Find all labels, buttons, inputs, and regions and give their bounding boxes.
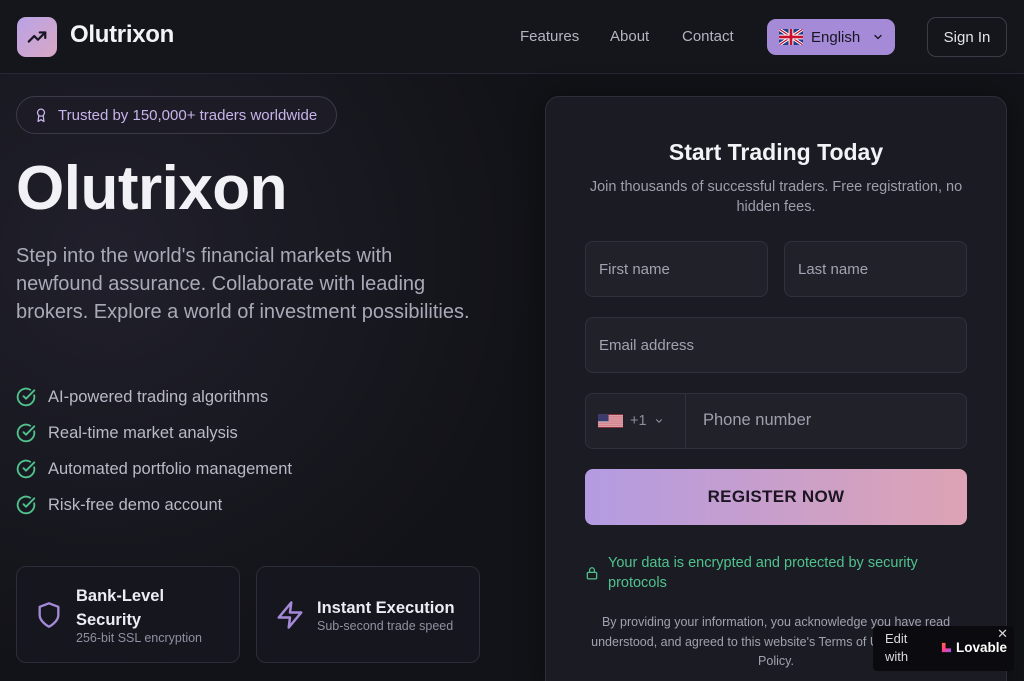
- trust-badge: Trusted by 150,000+ traders worldwide: [16, 96, 337, 134]
- hero-title: Olutrixon: [16, 154, 288, 223]
- security-note: Your data is encrypted and protected by …: [585, 553, 967, 593]
- chevron-down-icon: [874, 34, 882, 40]
- security-card-title: Bank-Level Security: [76, 587, 165, 629]
- feature-item: Real-time market analysis: [16, 423, 238, 443]
- hero-subtitle: Step into the world's financial markets …: [16, 245, 470, 323]
- chevron-down-icon: [655, 419, 662, 423]
- phone-number-field[interactable]: Phone number: [703, 411, 811, 430]
- lovable-brand: Lovable: [956, 640, 1008, 655]
- nav-features[interactable]: Features: [520, 28, 579, 45]
- lock-icon: [586, 567, 598, 580]
- logo[interactable]: [17, 17, 57, 57]
- form-title: Start Trading Today: [668, 139, 884, 165]
- check-circle-icon: [16, 459, 36, 479]
- language-selector[interactable]: English: [767, 19, 895, 55]
- award-icon: [36, 108, 46, 123]
- top-nav: Olutrixon Features About Contact English…: [0, 0, 1024, 74]
- last-name-field[interactable]: Last name: [784, 241, 967, 297]
- check-circle-icon: [16, 387, 36, 407]
- security-card: Bank-Level Security 256-bit SSL encrypti…: [16, 566, 240, 663]
- feature-item: Risk-free demo account: [16, 495, 222, 515]
- language-label: English: [811, 28, 861, 46]
- execution-card: Instant Execution Sub-second trade speed: [256, 566, 480, 663]
- execution-card-subtitle: Sub-second trade speed: [317, 619, 454, 633]
- security-note-text: Your data is encrypted and protected by …: [608, 555, 918, 591]
- us-flag-icon: [598, 414, 623, 428]
- feature-label: Automated portfolio management: [48, 459, 292, 478]
- feature-label: Real-time market analysis: [48, 423, 238, 442]
- edit-with-lovable-badge[interactable]: Edit with Lovable ✕: [873, 626, 1014, 671]
- feature-item: AI-powered trading algorithms: [16, 387, 268, 407]
- form-subtitle: Join thousands of successful traders. Fr…: [589, 179, 963, 215]
- lovable-logo[interactable]: Lovable: [941, 640, 1007, 655]
- check-circle-icon: [16, 495, 36, 515]
- trust-badge-text: Trusted by 150,000+ traders worldwide: [58, 106, 318, 124]
- shield-icon: [38, 602, 60, 628]
- close-icon[interactable]: ✕: [997, 626, 1008, 642]
- phone-field-group: +1 Phone number: [585, 393, 967, 449]
- first-name-field[interactable]: First name: [585, 241, 768, 297]
- register-button[interactable]: REGISTER NOW: [585, 469, 967, 525]
- country-code: +1: [630, 413, 647, 429]
- feature-item: Automated portfolio management: [16, 459, 292, 479]
- feature-label: Risk-free demo account: [48, 495, 223, 514]
- lightning-icon: [277, 601, 303, 629]
- trending-up-icon: [27, 31, 47, 43]
- security-card-subtitle: 256-bit SSL encryption: [76, 631, 203, 645]
- lovable-heart-icon: [941, 642, 952, 653]
- feature-label: AI-powered trading algorithms: [48, 387, 269, 406]
- execution-card-title: Instant Execution: [317, 599, 455, 617]
- uk-flag-icon: [779, 29, 803, 45]
- edit-with-label: Edit with: [885, 631, 909, 664]
- check-circle-icon: [16, 423, 36, 443]
- nav-contact[interactable]: Contact: [682, 28, 734, 45]
- sign-in-button[interactable]: Sign In: [927, 17, 1007, 57]
- email-field[interactable]: Email address: [585, 317, 967, 373]
- nav-about[interactable]: About: [610, 28, 649, 45]
- brand-name[interactable]: Olutrixon: [70, 21, 174, 49]
- country-code-select[interactable]: +1: [586, 394, 686, 448]
